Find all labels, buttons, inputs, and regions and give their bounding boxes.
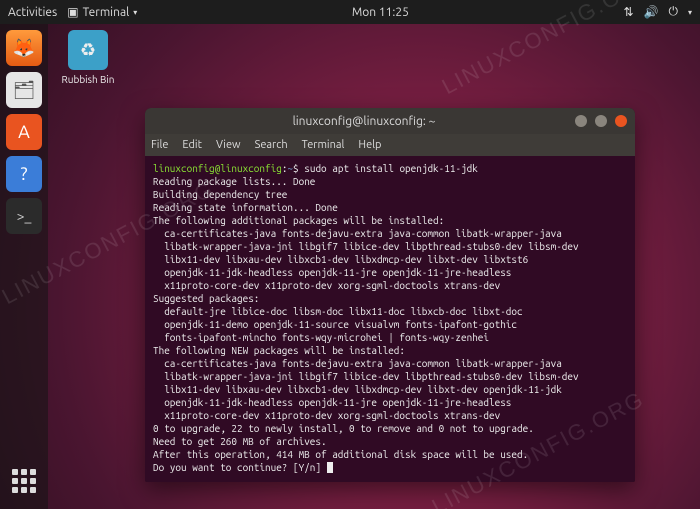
terminal-window: linuxconfig@linuxconfig: ~ File Edit Vie… bbox=[145, 108, 635, 482]
dock-software[interactable]: A bbox=[6, 114, 42, 150]
menu-file[interactable]: File bbox=[151, 139, 168, 151]
menu-help[interactable]: Help bbox=[358, 139, 381, 151]
menu-terminal[interactable]: Terminal bbox=[302, 139, 345, 151]
firefox-icon: 🦊 bbox=[13, 38, 35, 59]
prompt-user: linuxconfig@linuxconfig bbox=[153, 163, 282, 174]
help-icon: ? bbox=[20, 164, 27, 184]
menu-view[interactable]: View bbox=[216, 139, 241, 151]
desktop-trash-label: Rubbish Bin bbox=[58, 74, 118, 85]
window-maximize-button[interactable] bbox=[595, 115, 607, 127]
software-icon: A bbox=[18, 122, 30, 142]
clock[interactable]: Mon 11:25 bbox=[352, 6, 409, 19]
terminal-icon: >_ bbox=[17, 208, 32, 224]
network-icon: ⇅ bbox=[623, 5, 633, 19]
dock-files[interactable]: 🗂 bbox=[6, 72, 42, 108]
dock-firefox[interactable]: 🦊 bbox=[6, 30, 42, 66]
dock-terminal[interactable]: >_ bbox=[6, 198, 42, 234]
prompt-end: $ bbox=[293, 163, 299, 174]
desktop-trash[interactable]: ♻ Rubbish Bin bbox=[58, 30, 118, 85]
terminal-cursor bbox=[327, 462, 333, 473]
terminal-body[interactable]: linuxconfig@linuxconfig:~$ sudo apt inst… bbox=[145, 156, 635, 482]
power-icon: ⏻ bbox=[668, 5, 678, 19]
show-applications[interactable] bbox=[6, 463, 42, 499]
menu-search[interactable]: Search bbox=[255, 139, 288, 151]
app-menu-label: Terminal bbox=[83, 6, 130, 19]
window-minimize-button[interactable] bbox=[575, 115, 587, 127]
top-panel: Activities ▣ Terminal ▾ Mon 11:25 ⇅ 🔊 ⏻ … bbox=[0, 0, 700, 24]
chevron-down-icon: ▾ bbox=[688, 8, 692, 17]
window-close-button[interactable] bbox=[615, 115, 627, 127]
app-menu[interactable]: ▣ Terminal ▾ bbox=[67, 5, 137, 19]
trash-icon: ♻ bbox=[68, 30, 108, 70]
window-title: linuxconfig@linuxconfig: ~ bbox=[153, 115, 575, 128]
terminal-menubar: File Edit View Search Terminal Help bbox=[145, 134, 635, 156]
volume-icon: 🔊 bbox=[644, 5, 659, 19]
dock: 🦊 🗂 A ? >_ bbox=[0, 24, 48, 509]
files-icon: 🗂 bbox=[13, 80, 36, 101]
dock-help[interactable]: ? bbox=[6, 156, 42, 192]
terminal-output: Reading package lists... Done Building d… bbox=[153, 176, 579, 473]
terminal-app-icon: ▣ bbox=[67, 5, 78, 19]
window-titlebar[interactable]: linuxconfig@linuxconfig: ~ bbox=[145, 108, 635, 134]
activities-button[interactable]: Activities bbox=[8, 6, 57, 19]
menu-edit[interactable]: Edit bbox=[182, 139, 202, 151]
system-indicators[interactable]: ⇅ 🔊 ⏻ ▾ bbox=[623, 5, 692, 19]
terminal-command: sudo apt install openjdk-11-jdk bbox=[304, 163, 478, 174]
